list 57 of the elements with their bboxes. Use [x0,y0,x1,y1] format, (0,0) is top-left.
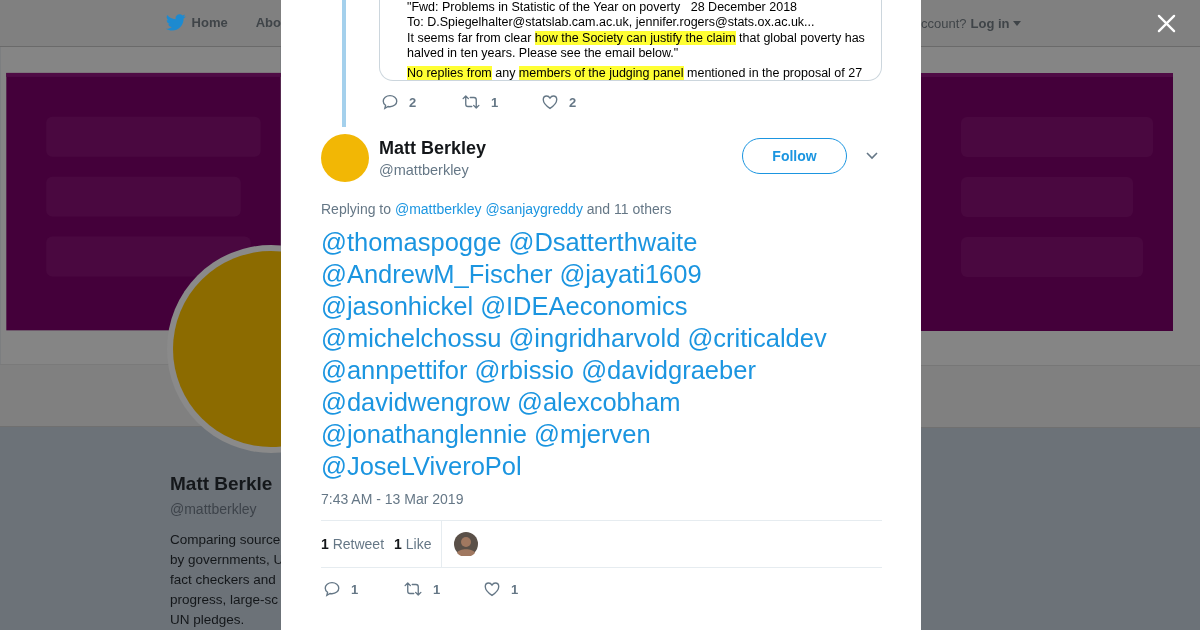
mention-link[interactable]: @sanjaygreddy [485,201,583,217]
mention-link[interactable]: @thomaspogge [321,228,502,256]
reply-context: Replying to @mattberkley @sanjaygreddy and 11 others [321,201,673,217]
like-count: 2 [569,94,577,110]
quoted-text-line: "Fwd: Problems in Statistic of the Year on poverty 28 December 2018 [407,0,798,16]
quoted-text-line: halved in ten years. Please see the email below." [407,45,679,62]
account-prompt: ccount? [921,15,967,31]
mention-link[interactable]: @mattberkley [394,201,482,217]
nav-link[interactable]: Abo [255,15,281,31]
mention-link[interactable]: @jasonhickel [321,292,474,320]
retweet-icon[interactable] [403,580,423,598]
mention-link[interactable]: @ingridharvold [508,324,681,352]
like-icon[interactable] [541,93,559,111]
retweet-count: 1 [491,94,499,110]
reply-count: 2 [409,94,417,110]
like-count: 1 [511,581,519,597]
mention-link[interactable]: @davidwengrow [321,388,510,416]
mention-link[interactable]: @jonathanglennie [321,420,527,448]
author-name[interactable]: Matt Berkley [379,138,742,159]
reply-icon[interactable] [381,93,399,111]
mention-link[interactable]: @davidgraeber [581,356,756,384]
mention-link[interactable]: @alexcobham [517,388,681,416]
engagement-count-link[interactable]: 1 Like [394,536,432,552]
follow-button[interactable]: Follow [742,138,847,174]
retweet-count: 1 [433,581,441,597]
mention-link[interactable]: @annpettifor [321,356,468,384]
mention-link[interactable]: @rbissio [474,356,575,384]
author-handle: @mattberkley [379,162,470,178]
mention-link[interactable]: @AndrewM_Fischer [321,260,553,288]
mention-link[interactable]: @Dsatterthwaite [508,228,698,256]
engagement-count-link[interactable]: 1 Retweet [321,536,385,552]
mention-link[interactable]: @michelchossu [321,324,502,352]
quoted-text-line: No replies from any members of the judging panel mentioned in the proposal of 27 [407,66,863,80]
retweet-icon[interactable] [461,93,481,111]
liker-avatar[interactable] [454,532,479,556]
quoted-text-line: It seems far from clear how the Society can justify the claim that global poverty has [407,30,865,46]
mention-link[interactable]: @criticaldev [687,324,827,352]
bio-text-line: fact checkers and [170,571,276,589]
like-icon[interactable] [483,580,501,598]
close-icon[interactable] [1157,13,1176,33]
chevron-down-icon[interactable] [866,152,878,160]
tweet-timestamp: 7:43 AM - 13 Mar 2019 [321,491,464,507]
bio-text-line: progress, large-sc [170,591,279,609]
quoted-text-line: To: D.Spiegelhalter@statslab.cam.ac.uk, jennifer.rogers@stats.ox.ac.uk... [407,15,815,31]
mention-link[interactable]: @IDEAeconomics [480,292,688,320]
profile-name: Matt Berkle [170,473,273,495]
login-link[interactable]: Log in [970,15,1021,31]
nav-link[interactable]: Home [165,14,228,32]
bird-logo-icon [165,14,186,32]
reply-count: 1 [351,581,359,597]
caret-icon [1012,20,1021,26]
bio-text-line: Comparing source [170,531,281,549]
reply-icon[interactable] [323,580,341,598]
mention-link[interactable]: @mjerven [534,420,651,448]
mention-link[interactable]: @jayati1609 [559,260,702,288]
mention-link[interactable]: @JoseLViveroPol [321,452,522,480]
bio-text-line: UN pledges. [170,611,245,629]
